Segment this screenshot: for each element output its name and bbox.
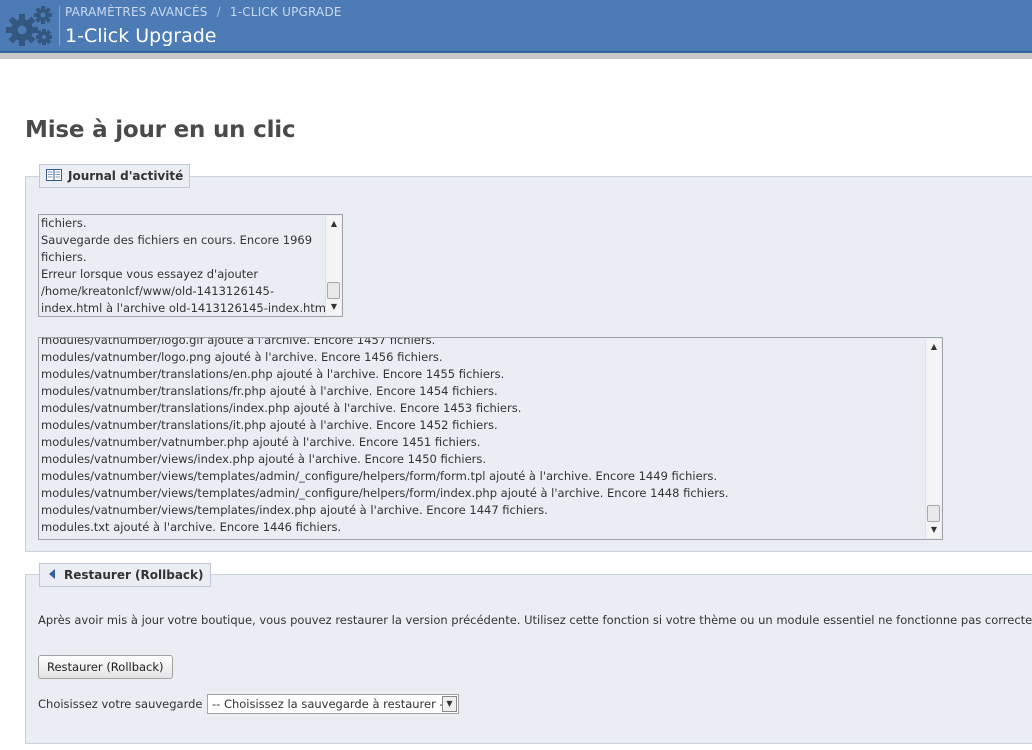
activity-log-panel: Journal d'activité fichiers. Sauvegarde … [25,164,1032,552]
breadcrumb: PARAMÈTRES AVANCÉS / 1-CLICK UPGRADE [65,5,342,19]
scroll-down-icon[interactable]: ▼ [926,522,942,538]
page-title: 1-Click Upgrade [65,25,217,47]
breadcrumb-separator: / [216,5,221,19]
backup-select-value: -- Choisissez la sauvegarde à restaurer … [212,697,448,711]
log-line: modules/vatnumber/translations/it.php aj… [41,418,498,432]
scroll-thumb[interactable] [927,505,940,522]
activity-summary-log[interactable]: fichiers. Sauvegarde des fichiers en cou… [38,214,343,317]
arrow-left-icon [46,568,58,583]
detail-log-scrollbar[interactable]: ▲ ▼ [925,339,941,538]
rollback-legend-label: Restaurer (Rollback) [64,568,204,582]
activity-log-legend-label: Journal d'activité [68,169,184,183]
gears-icon [6,6,52,46]
log-line: /home/kreatonlcf/www/old-1413126145- [41,284,274,298]
log-line: modules/vatnumber/logo.png ajouté à l'ar… [41,350,443,364]
chevron-down-icon[interactable]: ▼ [442,696,457,712]
log-line: modules/vatnumber/translations/index.php… [41,401,522,415]
log-line: fichiers. [41,216,87,230]
scroll-down-icon[interactable]: ▼ [326,299,342,315]
rollback-legend: Restaurer (Rollback) [39,563,211,587]
backup-select[interactable]: -- Choisissez la sauvegarde à restaurer … [207,694,459,714]
log-line: Erreur lorsque vous essayez d'ajouter [41,267,259,281]
log-line: modules/vatnumber/views/templates/index.… [41,503,548,517]
log-line: fichiers. [41,250,87,264]
summary-log-scrollbar[interactable]: ▲ ▼ [325,216,341,315]
rollback-description: Après avoir mis à jour votre boutique, v… [38,613,1032,627]
toolbar-divider [59,6,60,46]
scroll-thumb[interactable] [327,282,340,299]
log-line: modules/vatnumber/views/templates/admin/… [41,486,729,500]
toolbar: PARAMÈTRES AVANCÉS / 1-CLICK UPGRADE 1-Cli… [0,0,1032,52]
log-line: index.html à l'archive old-1413126145-in… [41,301,333,315]
activity-detail-log[interactable]: modules/vatnumber/logo.gif ajouté à l'ar… [38,337,943,540]
activity-log-legend: Journal d'activité [39,164,191,188]
log-line: modules/vatnumber/logo.gif ajouté à l'ar… [41,337,436,347]
log-line: Sauvegarde des fichiers en cours. Encore… [41,233,313,247]
breadcrumb-item-1-click-upgrade[interactable]: 1-CLICK UPGRADE [230,5,342,19]
breadcrumb-item-advanced-settings[interactable]: PARAMÈTRES AVANCÉS [65,5,208,19]
book-icon [46,169,62,184]
log-line: modules/vatnumber/translations/en.php aj… [41,367,505,381]
log-line: modules/vatnumber/views/templates/admin/… [41,469,718,483]
toolbar-band [0,52,1032,59]
rollback-button[interactable]: Restaurer (Rollback) [38,655,173,679]
log-line: modules/vatnumber/views/index.php ajouté… [41,452,487,466]
section-heading: Mise à jour en un clic [25,117,296,143]
scroll-up-icon[interactable]: ▲ [926,339,942,355]
scroll-up-icon[interactable]: ▲ [326,216,342,232]
backup-select-label: Choisissez votre sauvegarde : [38,697,211,711]
rollback-panel: Restaurer (Rollback) Après avoir mis à j… [25,563,1032,744]
log-line: modules/vatnumber/vatnumber.php ajouté à… [41,435,481,449]
log-line: modules.txt ajouté à l'archive. Encore 1… [41,520,342,534]
log-line: modules/vatnumber/translations/fr.php aj… [41,384,498,398]
